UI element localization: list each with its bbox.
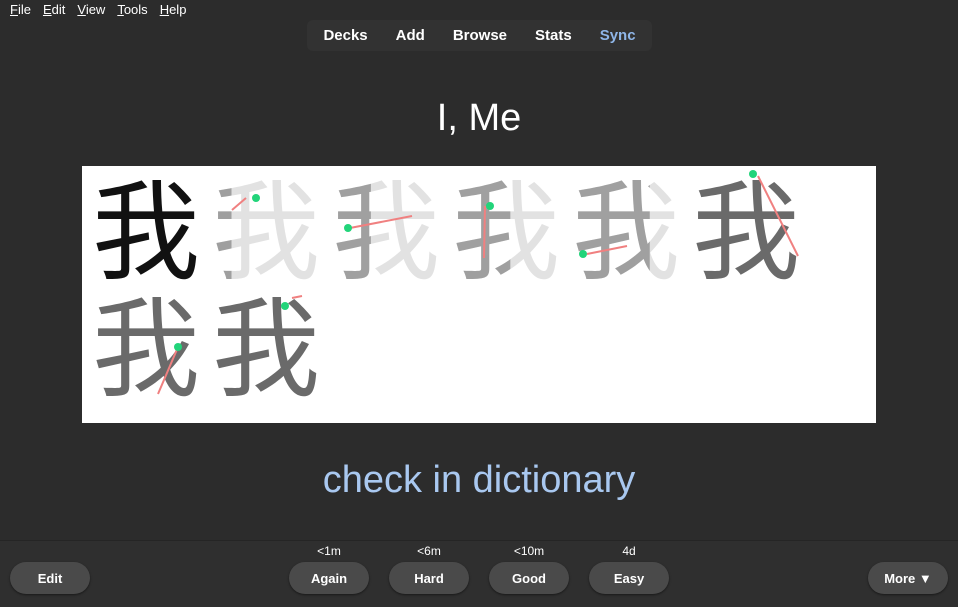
nav-decks-link[interactable]: Decks (309, 20, 381, 51)
stroke-frame: 我 (92, 288, 200, 413)
hard-interval: <6m (417, 544, 441, 558)
svg-text:我: 我 (692, 171, 800, 296)
answer-bar: Edit <1m Again <6m Hard <10m Good 4d Eas… (0, 540, 958, 607)
stroke-order-image: 我我我我我我我我我我我我 (82, 166, 876, 423)
stroke-start-dot (486, 202, 494, 210)
good-interval: <10m (513, 544, 545, 558)
stroke-direction-arrow (483, 205, 486, 259)
stroke-frame: 我我 (452, 171, 560, 296)
menu-view[interactable]: View (71, 0, 111, 20)
good-button[interactable]: Good (489, 562, 569, 594)
stroke-frame: 我 (212, 288, 320, 413)
edit-button[interactable]: Edit (10, 562, 90, 594)
easy-interval: 4d (622, 544, 636, 558)
stroke-frame: 我 (692, 170, 800, 296)
stroke-frame: 我 (92, 171, 200, 296)
stroke-start-dot (579, 250, 587, 258)
top-toolbar: Decks Add Browse Stats Sync (307, 20, 652, 51)
stroke-start-dot (281, 302, 289, 310)
svg-text:我: 我 (92, 288, 200, 413)
stroke-frame: 我我 (572, 171, 680, 296)
easy-button[interactable]: Easy (589, 562, 669, 594)
menu-file[interactable]: File (4, 0, 37, 20)
nav-add-link[interactable]: Add (382, 20, 439, 51)
menu-bar: File Edit View Tools Help (0, 0, 958, 20)
stroke-start-dot (174, 343, 182, 351)
menu-tools[interactable]: Tools (111, 0, 153, 20)
dictionary-link[interactable]: check in dictionary (0, 456, 958, 504)
hard-button[interactable]: Hard (389, 562, 469, 594)
stroke-start-dot (252, 194, 260, 202)
again-button[interactable]: Again (289, 562, 369, 594)
svg-text:我: 我 (92, 171, 200, 296)
menu-edit[interactable]: Edit (37, 0, 71, 20)
again-interval: <1m (317, 544, 341, 558)
svg-text:我: 我 (212, 288, 320, 413)
stroke-frame: 我我 (332, 171, 440, 296)
stroke-start-dot (749, 170, 757, 178)
card-title: I, Me (436, 97, 522, 139)
stroke-frame: 我我 (212, 171, 320, 296)
nav-sync-link[interactable]: Sync (586, 20, 650, 51)
menu-help[interactable]: Help (154, 0, 193, 20)
stroke-start-dot (344, 224, 352, 232)
more-button[interactable]: More ▼ (868, 562, 948, 594)
stroke-order-diagram: 我我我 我我 我我 我我 我我我 (92, 170, 800, 413)
nav-stats-link[interactable]: Stats (521, 20, 586, 51)
nav-browse-link[interactable]: Browse (439, 20, 521, 51)
